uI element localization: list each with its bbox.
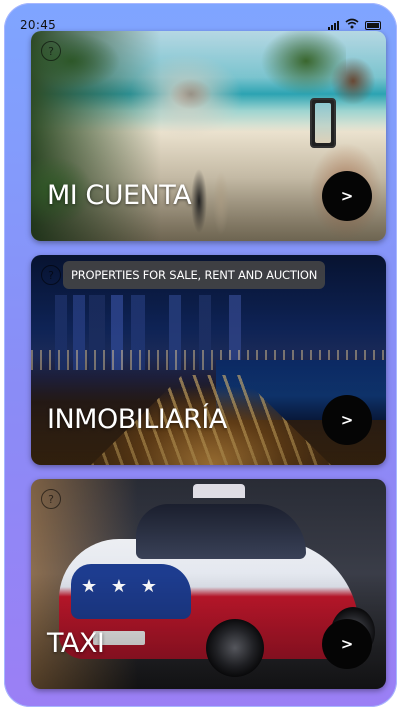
go-button-mi-cuenta[interactable]: > xyxy=(322,171,372,221)
card-inmobiliaria[interactable]: ? PROPERTIES FOR SALE, RENT AND AUCTION … xyxy=(31,255,386,465)
card-title-mi-cuenta: MI CUENTA xyxy=(47,180,192,211)
chevron-right-icon: > xyxy=(340,187,354,205)
battery-icon xyxy=(365,20,381,30)
chevron-right-icon: > xyxy=(340,411,354,429)
status-icons xyxy=(328,18,381,32)
card-title-taxi: TAXI xyxy=(47,628,105,659)
phone-frame: 20:45 ? MI CUENTA > ? PROPERTIES FOR SAL… xyxy=(4,3,397,707)
tooltip-properties: PROPERTIES FOR SALE, RENT AND AUCTION xyxy=(63,261,326,289)
go-button-taxi[interactable]: > xyxy=(322,619,372,669)
wifi-icon xyxy=(345,18,359,32)
chevron-right-icon: > xyxy=(340,635,354,653)
card-taxi[interactable]: ? TAXI > xyxy=(31,479,386,689)
help-circle-icon[interactable]: ? xyxy=(41,265,61,285)
card-mi-cuenta[interactable]: ? MI CUENTA > xyxy=(31,31,386,241)
card-title-inmobiliaria: INMOBILIARÍA xyxy=(47,404,227,435)
help-circle-icon[interactable]: ? xyxy=(41,41,61,61)
help-circle-icon[interactable]: ? xyxy=(41,489,61,509)
status-time: 20:45 xyxy=(20,18,57,32)
go-button-inmobiliaria[interactable]: > xyxy=(322,395,372,445)
signal-icon xyxy=(328,20,339,30)
